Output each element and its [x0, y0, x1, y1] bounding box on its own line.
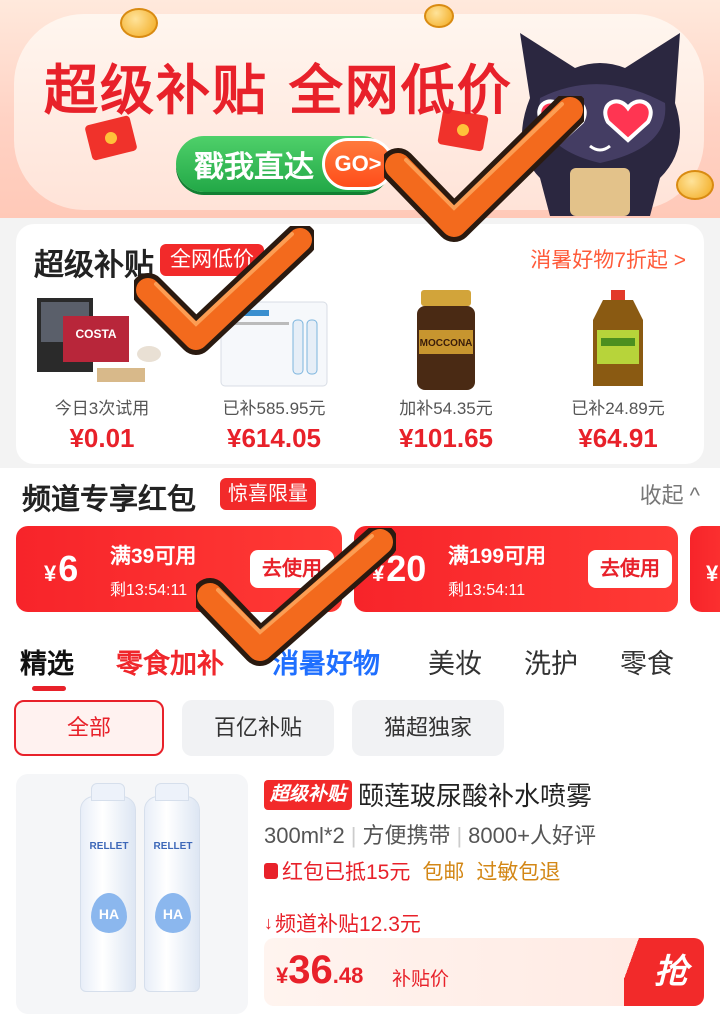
banner-cta-button[interactable]: 戳我直达 GO> [176, 136, 394, 192]
use-coupon-button[interactable]: 去使用 [250, 550, 334, 588]
coupon-card[interactable]: ¥20 满199可用 剩13:54:11 去使用 [354, 526, 678, 612]
product-title: 超级补贴 颐莲玻尿酸补水喷雾 [264, 776, 592, 813]
product-name: 颐莲玻尿酸补水喷雾 [358, 781, 593, 811]
product-note: 加补54.35元 [399, 399, 493, 418]
limited-tag: 惊喜限量 [220, 478, 316, 510]
coupon-amount: ¥20 [372, 548, 427, 589]
coupon-timer: 剩13:54:11 [110, 582, 188, 599]
coupon-card[interactable]: ¥ [690, 526, 720, 612]
price-label: 补贴价 [392, 969, 450, 990]
svg-text:MOCCONA: MOCCONA [420, 338, 473, 349]
product-image [220, 301, 328, 387]
product-image: COSTA [37, 298, 161, 382]
svg-text:COSTA: COSTA [75, 327, 116, 341]
tab-wash-care[interactable]: 洗护 [524, 642, 578, 681]
lowest-price-tag: 全网低价 [160, 244, 264, 276]
product-note: 已补585.95元 [222, 399, 326, 418]
category-tabs: 精选 零食加补 消暑好物 美妆 洗护 零食 [0, 636, 720, 696]
product-specs: 300ml*2 | 方便携带 | 8000+人好评 [264, 823, 596, 848]
subsidy-price: ¥36.48 [276, 948, 364, 992]
channel-section: 频道专享红包 惊喜限量 收起 ^ ¥6 满39可用 剩13:54:11 去使用 … [0, 468, 720, 1014]
allergy-return-label: 过敏包退 [476, 861, 561, 884]
product-image: RELLET HA RELLET HA [16, 774, 248, 1014]
redpacket-deduction: 红包已抵15元 [264, 856, 410, 886]
go-button[interactable]: GO> [322, 138, 394, 190]
tab-snack-subsidy[interactable]: 零食加补 [116, 642, 224, 681]
down-arrow-icon: ↓ [264, 912, 273, 933]
coin-icon [424, 4, 454, 28]
tmall-cat-mascot [520, 33, 680, 216]
product-benefits: 红包已抵15元 包邮 过敏包退 [264, 856, 560, 886]
banner-headline: 超级补贴 全网低价 [44, 59, 513, 122]
product-moccona-coffee[interactable]: MOCCONA 加补54.35元 ¥101.65 [360, 290, 532, 454]
filter-all[interactable]: 全部 [14, 700, 164, 756]
grab-button[interactable]: 抢 [624, 938, 704, 1006]
product-price: ¥64.91 [578, 423, 658, 453]
coupon-card[interactable]: ¥6 满39可用 剩13:54:11 去使用 [16, 526, 342, 612]
tab-beauty[interactable]: 美妆 [428, 642, 482, 681]
product-note: 今日3次试用 [54, 399, 150, 418]
bottle-image: RELLET HA [144, 783, 200, 992]
bottle-image: RELLET HA [80, 783, 136, 992]
coin-icon [120, 8, 158, 38]
summer-deals-link[interactable]: 消暑好物7折起 > [530, 244, 686, 274]
product-price: ¥614.05 [227, 423, 321, 453]
filter-tmall-exclusive[interactable]: 猫超独家 [352, 700, 504, 756]
free-shipping-label: 包邮 [422, 861, 465, 884]
active-tab-indicator [32, 686, 66, 691]
super-subsidy-card: 超级补贴 全网低价 消暑好物7折起 > COSTA 今日3次试用 ¥0.01 已… [16, 224, 704, 464]
banner-cta-label: 戳我直达 [194, 151, 314, 184]
red-packet-icon [264, 863, 278, 879]
product-note: 已补24.89元 [571, 399, 665, 418]
channel-subsidy: ↓ 频道补贴12.3元 [264, 912, 421, 937]
product-strip: COSTA 今日3次试用 ¥0.01 已补585.95元 ¥614.05 MOC… [16, 290, 704, 454]
product-price: ¥0.01 [69, 423, 135, 453]
price-bar[interactable]: ¥36.48 补贴价 抢 [264, 938, 704, 1006]
filter-billion-subsidy[interactable]: 百亿补贴 [182, 700, 334, 756]
super-subsidy-badge: 超级补贴 [264, 779, 353, 810]
tab-featured[interactable]: 精选 [20, 642, 74, 681]
product-image: MOCCONA [417, 290, 475, 390]
product-cooking-oil[interactable]: 已补24.89元 ¥64.91 [532, 290, 704, 454]
product-price: ¥101.65 [399, 423, 493, 453]
coupon-amount: ¥ [706, 561, 719, 586]
product-skincare-kit[interactable]: 已补585.95元 ¥614.05 [188, 290, 360, 454]
use-coupon-button[interactable]: 去使用 [588, 550, 672, 588]
product-costa[interactable]: COSTA 今日3次试用 ¥0.01 [16, 290, 188, 454]
coupon-timer: 剩13:54:11 [448, 582, 526, 599]
promo-banner[interactable]: 超级补贴 全网低价 戳我直达 GO> [0, 0, 720, 218]
tab-snacks[interactable]: 零食 [620, 642, 674, 681]
coupon-condition: 满39可用 [110, 545, 197, 568]
tab-summer-goods[interactable]: 消暑好物 [272, 642, 380, 681]
coupon-amount: ¥6 [44, 548, 79, 589]
product-list-item[interactable]: RELLET HA RELLET HA 超级补贴 颐莲玻尿酸补水喷雾 300ml… [16, 768, 720, 1014]
redpacket-title: 频道专享红包 [22, 484, 197, 516]
collapse-button[interactable]: 收起 ^ [640, 478, 700, 510]
card-title: 超级补贴 [34, 249, 154, 282]
product-image [593, 290, 643, 386]
coupon-condition: 满199可用 [448, 545, 547, 568]
